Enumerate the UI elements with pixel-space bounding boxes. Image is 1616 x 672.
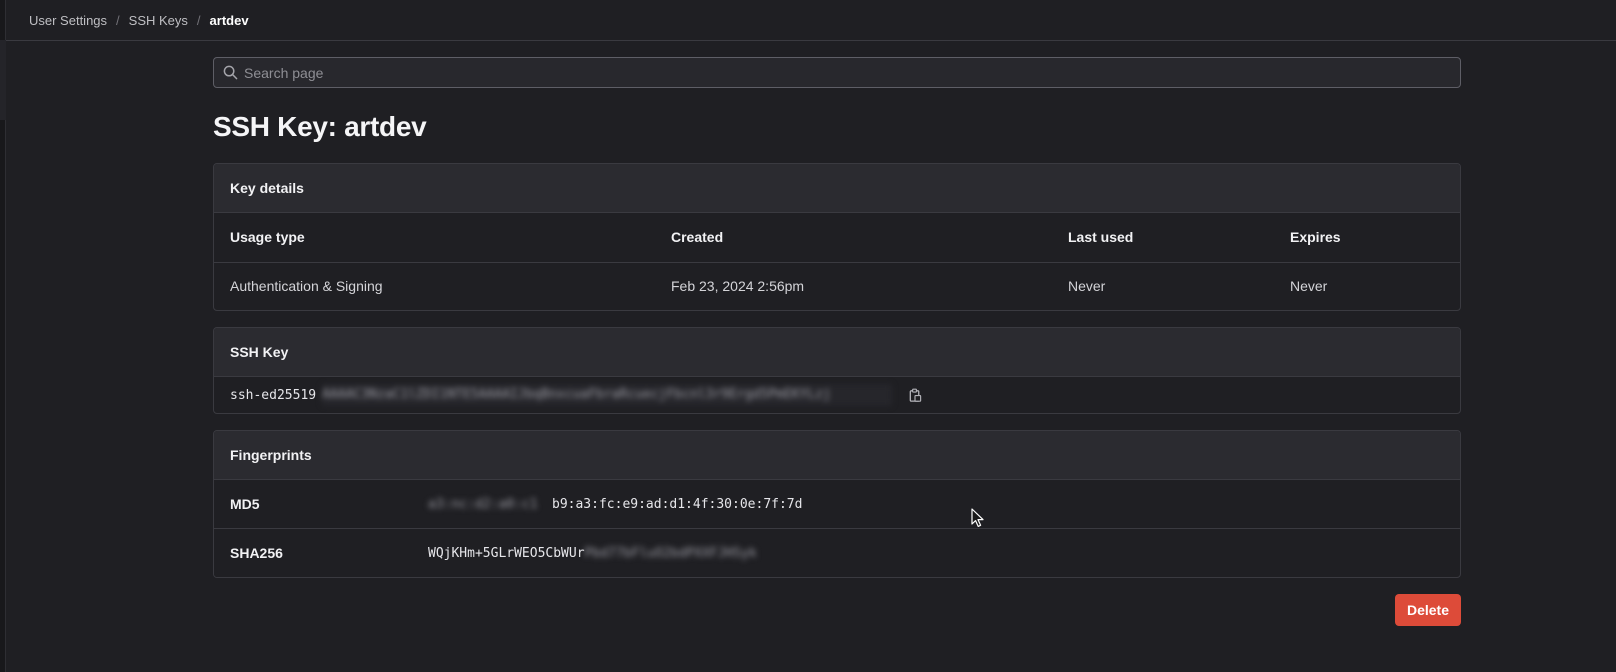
fingerprint-row-sha256: SHA256 WQjKHm+5GLrWEO5CbWUr Pbd77bFluO2b… [214,529,1460,577]
clipboard-icon [909,388,922,402]
md5-label: MD5 [214,480,428,528]
rail-marker [0,40,6,120]
fingerprints-header: Fingerprints [214,431,1460,480]
table-row: Authentication & Signing Feb 23, 2024 2:… [214,262,1460,310]
md5-redacted: a3:nc:d2:a0:c1 [428,496,538,512]
breadcrumb-ssh-keys[interactable]: SSH Keys [129,13,188,28]
breadcrumb-user-settings[interactable]: User Settings [29,13,107,28]
breadcrumb-current: artdev [209,12,249,28]
search-box[interactable] [213,57,1461,88]
actions-bar: Delete [213,594,1461,626]
md5-value: b9:a3:fc:e9:ad:d1:4f:30:0e:7f:7d [552,496,803,512]
breadcrumb-separator: / [196,12,201,28]
expires-value: Never [1290,278,1328,295]
created-value: Feb 23, 2024 2:56pm [671,278,805,295]
last-used-value: Never [1068,278,1106,295]
copy-key-button[interactable] [902,382,928,408]
table-header-row: Usage type Created Last used Expires [214,213,1460,263]
usage-type-value: Authentication & Signing [230,278,383,295]
ssh-key-card: SSH Key ssh-ed25519 AAAAC3NzaC1lZDI1NTE5… [213,327,1461,414]
delete-button[interactable]: Delete [1394,594,1461,626]
main-content: SSH Key: artdev Key details Usage type C… [213,57,1461,626]
left-rail [0,0,6,672]
column-usage-type: Usage type [214,213,655,263]
fingerprint-row-md5: MD5 a3:nc:d2:a0:c1 b9:a3:fc:e9:ad:d1:4f:… [214,480,1460,529]
column-expires: Expires [1274,213,1460,263]
mouse-cursor-icon [971,508,984,527]
sha256-value-container: WQjKHm+5GLrWEO5CbWUr Pbd77bFluO2bdPXXFJH… [428,546,781,561]
fingerprints-card: Fingerprints MD5 a3:nc:d2:a0:c1 b9:a3:fc… [213,430,1461,578]
key-details-table: Usage type Created Last used Expires Aut… [214,213,1460,310]
search-icon [223,65,238,80]
ssh-key-type: ssh-ed25519 [230,387,317,403]
key-details-header: Key details [214,164,1460,213]
sha256-value: WQjKHm+5GLrWEO5CbWUr [428,545,585,561]
md5-value-container: a3:nc:d2:a0:c1 b9:a3:fc:e9:ad:d1:4f:30:0… [428,497,802,512]
ssh-key-header: SSH Key [214,328,1460,377]
page-title: SSH Key: artdev [213,111,427,142]
sha256-label: SHA256 [214,529,428,577]
column-created: Created [655,213,1052,263]
key-details-card: Key details Usage type Created Last used… [213,163,1461,311]
column-last-used: Last used [1052,213,1274,263]
ssh-key-value-redacted: AAAAC3NzaC1lZDI1NTE5AAAAIJbqBnxcuaFbraRc… [322,384,893,406]
sha256-redacted: Pbd77bFluO2bdPXXFJHSyk [584,545,757,561]
search-input[interactable] [244,64,1424,81]
breadcrumb-separator: / [116,12,120,28]
breadcrumb: User Settings / SSH Keys / artdev [6,0,1616,41]
ssh-key-row: ssh-ed25519 AAAAC3NzaC1lZDI1NTE5AAAAIJbq… [214,377,1460,413]
